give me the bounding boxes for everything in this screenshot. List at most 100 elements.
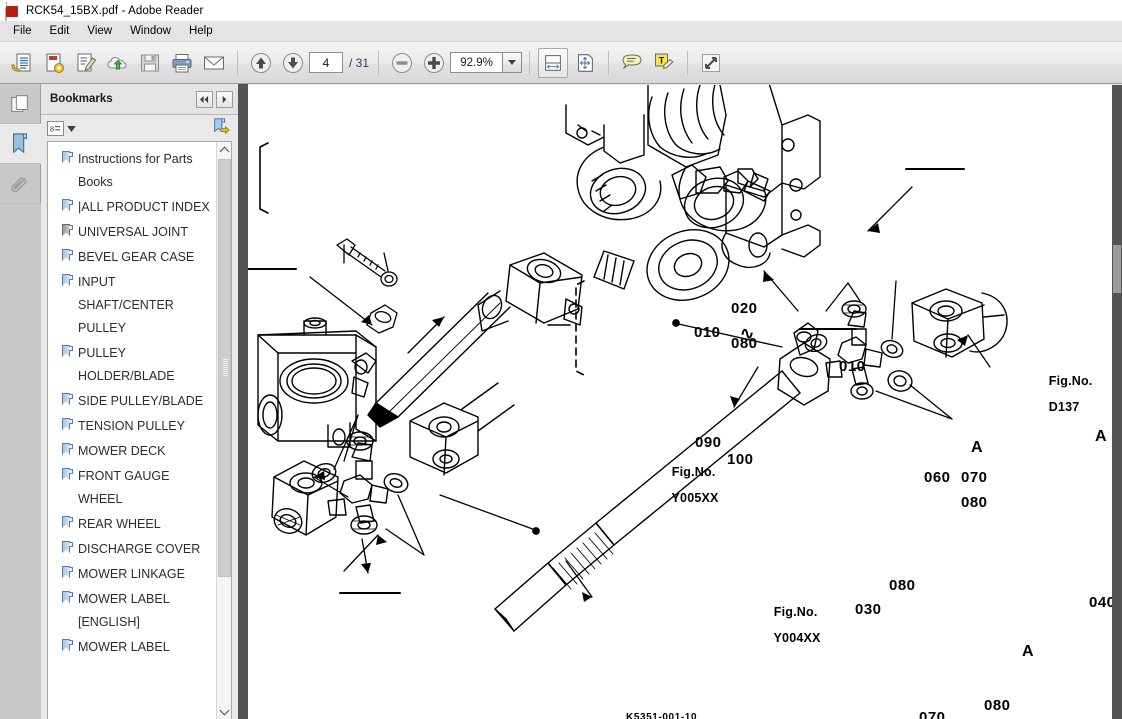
bookmark-item[interactable]: DISCHARGE COVER xyxy=(48,537,216,562)
bookmark-icon xyxy=(62,566,73,579)
bookmark-icon xyxy=(62,199,73,212)
bookmarks-icon[interactable] xyxy=(0,124,41,164)
bookmark-item[interactable]: REAR WHEEL xyxy=(48,512,216,537)
bookmark-options-icon[interactable]: 8 xyxy=(47,119,76,137)
highlight-text-icon[interactable]: T xyxy=(649,48,679,78)
bookmark-item[interactable]: INPUT SHAFT/CENTER PULLEY xyxy=(48,270,216,341)
next-page-icon[interactable] xyxy=(278,48,308,78)
menu-file[interactable]: File xyxy=(4,23,41,39)
create-pdf-icon[interactable] xyxy=(39,48,69,78)
bookmark-label: FRONT GAUGE WHEEL xyxy=(78,469,170,506)
attachments-paperclip-icon[interactable] xyxy=(0,164,41,204)
bookmark-item[interactable]: BEVEL GEAR CASE xyxy=(48,245,216,270)
bookmark-icon xyxy=(62,443,73,456)
scroll-up-arrow-icon[interactable] xyxy=(217,142,231,157)
callout-060: 060 xyxy=(924,469,951,486)
scrollbar-thumb[interactable] xyxy=(218,159,231,577)
bookmark-item[interactable]: UNIVERSAL JOINT xyxy=(48,220,216,245)
print-icon[interactable] xyxy=(167,48,197,78)
zoom-out-icon[interactable] xyxy=(387,48,417,78)
zoom-in-icon[interactable] xyxy=(419,48,449,78)
bookmark-label: DISCHARGE COVER xyxy=(78,542,201,556)
menu-window[interactable]: Window xyxy=(121,23,180,39)
upload-cloud-icon[interactable] xyxy=(103,48,133,78)
bookmarks-scrollbar[interactable] xyxy=(216,142,231,719)
comment-bubble-icon[interactable] xyxy=(617,48,647,78)
panel-divider[interactable] xyxy=(238,84,248,719)
bookmark-icon xyxy=(62,393,73,406)
scroll-down-arrow-icon[interactable] xyxy=(217,704,231,719)
bookmark-item[interactable]: MOWER LABEL xyxy=(48,635,216,660)
bookmark-icon xyxy=(62,468,73,481)
svg-text:T: T xyxy=(659,55,665,65)
bookmark-label: MOWER LINKAGE xyxy=(78,567,185,581)
fig-ref-y004xx-line1: Fig.No. xyxy=(773,605,818,620)
rail-spacer xyxy=(0,204,41,719)
read-mode-icon[interactable] xyxy=(696,48,726,78)
bookmark-item[interactable]: FRONT GAUGE WHEEL xyxy=(48,464,216,512)
toolbar-separator xyxy=(237,50,238,75)
scrollbar-grip xyxy=(223,359,228,377)
callout-A-bottom: A xyxy=(1022,643,1034,660)
svg-text:8: 8 xyxy=(50,124,54,133)
previous-page-icon[interactable] xyxy=(246,48,276,78)
bookmark-icon xyxy=(62,274,73,287)
callout-080-lower-left: 080 xyxy=(889,577,916,594)
fig-ref-y005xx-line1: Fig.No. xyxy=(671,465,716,480)
open-file-icon[interactable] xyxy=(7,48,37,78)
menu-edit[interactable]: Edit xyxy=(41,23,79,39)
bookmark-item[interactable]: |ALL PRODUCT INDEX xyxy=(48,195,216,220)
bookmark-item[interactable]: MOWER LABEL [ENGLISH] xyxy=(48,587,216,635)
bookmarks-list-container: Instructions for Parts Books |ALL PRODUCT… xyxy=(47,141,232,719)
bookmark-label: BEVEL GEAR CASE xyxy=(78,250,195,264)
bookmark-icon xyxy=(62,591,73,604)
fit-width-icon[interactable] xyxy=(538,47,569,78)
email-icon[interactable] xyxy=(199,48,229,78)
callout-080-bracket: 080 xyxy=(731,335,758,352)
new-bookmark-icon[interactable] xyxy=(212,117,230,140)
bookmark-label: SIDE PULLEY/BLADE xyxy=(78,394,204,408)
bookmark-item[interactable]: MOWER LINKAGE xyxy=(48,562,216,587)
document-scrollbar-thumb[interactable] xyxy=(1113,245,1121,293)
toolbar-separator-5 xyxy=(687,50,689,75)
bookmark-icon xyxy=(62,224,73,237)
zoom-level-input[interactable]: 92.9% xyxy=(450,52,503,73)
fit-page-icon[interactable] xyxy=(570,48,600,78)
bookmark-label: TENSION PULLEY xyxy=(78,419,185,433)
fig-ref-y004xx: Fig.No. Y004XX xyxy=(737,593,821,659)
bookmark-icon xyxy=(62,249,73,262)
bookmark-item[interactable]: PULLEY HOLDER/BLADE xyxy=(48,341,216,389)
bookmarks-list: Instructions for Parts Books |ALL PRODUCT… xyxy=(48,142,216,719)
bookmark-item[interactable]: MOWER DECK xyxy=(48,439,216,464)
window-title: RCK54_15BX.pdf - Adobe Reader xyxy=(26,4,204,17)
chevron-down-icon xyxy=(67,119,76,137)
bookmark-item[interactable]: SIDE PULLEY/BLADE xyxy=(48,389,216,414)
pdf-page: 010 020 ∿ 080 010 080 070 020 080 050 04… xyxy=(248,85,1112,719)
page-number-input[interactable]: 4 xyxy=(309,52,343,73)
callout-070-lower: 070 xyxy=(919,709,946,719)
expand-panel-icon[interactable] xyxy=(216,90,233,108)
menu-help[interactable]: Help xyxy=(180,23,222,39)
callout-080-lower-right: 080 xyxy=(984,697,1011,714)
callout-080-mid: 080 xyxy=(961,494,988,511)
menu-view[interactable]: View xyxy=(78,23,121,39)
sign-icon[interactable] xyxy=(71,48,101,78)
page-thumbnails-icon[interactable] xyxy=(0,84,41,124)
callout-010-bracket: 010 xyxy=(694,324,721,341)
fig-ref-d137-line2: D137 xyxy=(1048,400,1080,415)
main-body: Bookmarks 8 Instructions for Parts Books… xyxy=(0,84,1122,719)
bookmark-icon xyxy=(62,418,73,431)
callout-020-top: 020 xyxy=(731,300,758,317)
bookmark-item[interactable]: TENSION PULLEY xyxy=(48,414,216,439)
collapse-panel-icon[interactable] xyxy=(196,90,213,108)
bookmark-label: PULLEY HOLDER/BLADE xyxy=(78,346,175,383)
page-total-label: / 31 xyxy=(349,55,370,70)
bookmark-label: MOWER LABEL [ENGLISH] xyxy=(78,592,170,629)
document-view: 010 020 ∿ 080 010 080 070 020 080 050 04… xyxy=(248,84,1122,719)
save-icon[interactable] xyxy=(135,48,165,78)
zoom-dropdown-button[interactable] xyxy=(502,52,523,73)
callout-100: 100 xyxy=(727,451,754,468)
callout-030: 030 xyxy=(855,601,882,618)
document-scrollbar[interactable] xyxy=(1112,85,1122,719)
bookmark-item[interactable]: Instructions for Parts Books xyxy=(48,147,216,195)
